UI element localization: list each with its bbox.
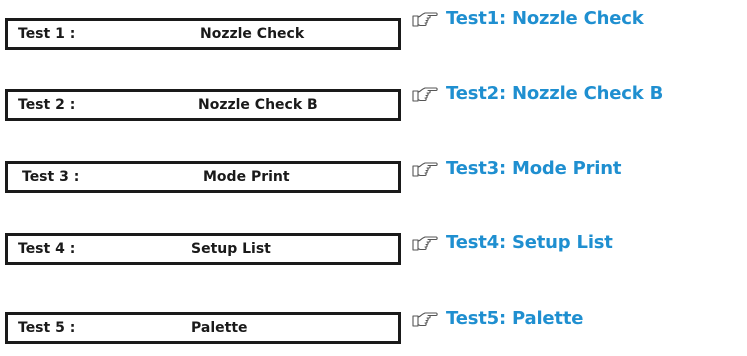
test-3-display[interactable]: Test 3 : Mode Print xyxy=(5,161,401,193)
test-3-reference-text: Test3: Mode Print xyxy=(446,157,622,179)
test-1-reference-link[interactable]: Test1: Nozzle Check xyxy=(412,4,644,32)
test-5-reference-link[interactable]: Test5: Palette xyxy=(412,304,583,332)
test-4-reference-text: Test4: Setup List xyxy=(446,231,613,253)
test-1-display[interactable]: Test 1 : Nozzle Check xyxy=(5,18,401,50)
test-2-display[interactable]: Test 2 : Nozzle Check B xyxy=(5,89,401,121)
test-5-mode: Palette xyxy=(191,320,248,336)
test-4-reference-link[interactable]: Test4: Setup List xyxy=(412,228,613,256)
test-2-reference-text: Test2: Nozzle Check B xyxy=(446,82,664,104)
test-2-reference-link[interactable]: Test2: Nozzle Check B xyxy=(412,79,663,107)
pointing-hand-icon xyxy=(412,236,438,251)
test-4-mode: Setup List xyxy=(191,241,271,257)
test-4-label: Test 4 : xyxy=(18,241,76,257)
test-1-label: Test 1 : xyxy=(18,26,76,42)
test-3-reference-link[interactable]: Test3: Mode Print xyxy=(412,154,622,182)
pointing-hand-icon xyxy=(412,87,438,102)
test-4-display[interactable]: Test 4 : Setup List xyxy=(5,233,401,265)
pointing-hand-icon xyxy=(412,312,438,327)
test-1-mode: Nozzle Check xyxy=(200,26,305,42)
test-3-mode: Mode Print xyxy=(203,169,290,185)
test-2-label: Test 2 : xyxy=(18,97,76,113)
test-1-reference-text: Test1: Nozzle Check xyxy=(446,7,644,29)
test-5-label: Test 5 : xyxy=(18,320,76,336)
pointing-hand-icon xyxy=(412,162,438,177)
test-5-display[interactable]: Test 5 : Palette xyxy=(5,312,401,344)
test-3-label: Test 3 : xyxy=(22,169,80,185)
pointing-hand-icon xyxy=(412,12,438,27)
test-2-mode: Nozzle Check B xyxy=(198,97,318,113)
test-5-reference-text: Test5: Palette xyxy=(446,307,584,329)
